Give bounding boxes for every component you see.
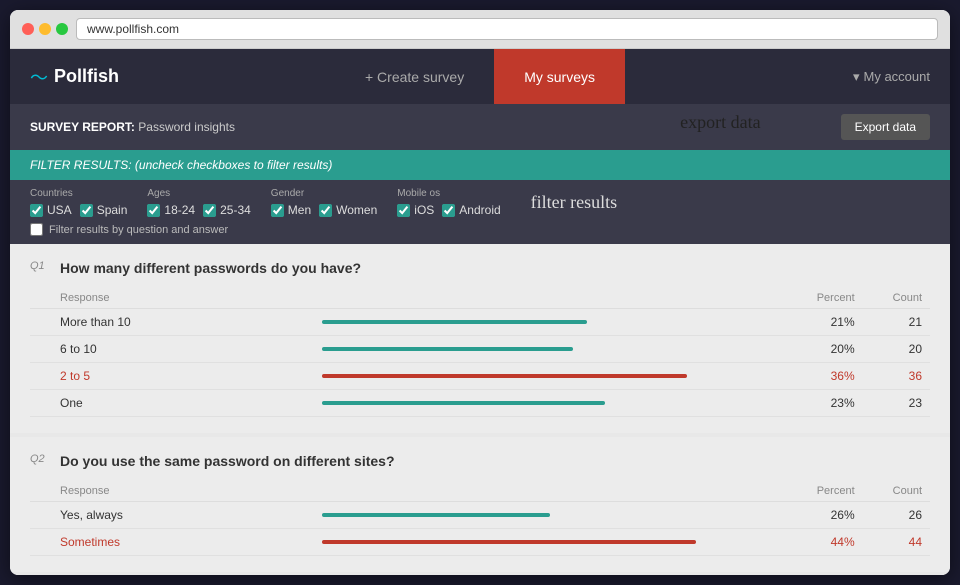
filter-results-label: FILTER RESULTS: (uncheck checkboxes to f…	[30, 158, 332, 172]
ios-checkbox-item[interactable]: iOS	[397, 203, 434, 217]
count-col-header: Count	[863, 288, 930, 309]
survey-title: SURVEY REPORT: Password insights	[30, 120, 235, 134]
table-row: Sometimes 44% 44	[30, 529, 930, 556]
spain-checkbox-item[interactable]: Spain	[80, 203, 128, 217]
logo-area: 〜 Pollfish	[10, 64, 170, 90]
question-2-number: Q2	[30, 453, 50, 465]
table-row: More than 10 21% 21	[30, 309, 930, 336]
question-block-1: Q1 How many different passwords do you h…	[10, 244, 950, 433]
android-checkbox-item[interactable]: Android	[442, 203, 500, 217]
gender-filter-group: Gender Men Women	[271, 188, 377, 217]
ages-items: 18-24 25-34	[147, 203, 250, 217]
close-button[interactable]	[22, 23, 34, 35]
bar-col-header-2	[292, 481, 787, 502]
bar-col-header	[292, 288, 787, 309]
question-1-header: Q1 How many different passwords do you h…	[30, 260, 930, 276]
response-table-2: Response Percent Count Yes, always 26% 2…	[30, 481, 930, 556]
question-1-number: Q1	[30, 260, 50, 272]
usa-checkbox[interactable]	[30, 204, 43, 217]
browser-chrome: www.pollfish.com	[10, 10, 950, 49]
count-col-header-2: Count	[863, 481, 930, 502]
percent-col-header-2: Percent	[787, 481, 863, 502]
traffic-lights	[22, 23, 68, 35]
logo-text: Pollfish	[54, 66, 119, 87]
mobileos-filter-group: Mobile os iOS Android	[397, 188, 500, 217]
filter-annotation-area: filter results	[531, 192, 617, 213]
browser-window: www.pollfish.com 〜 Pollfish + Create sur…	[10, 10, 950, 575]
create-survey-nav[interactable]: + Create survey	[335, 49, 494, 104]
men-checkbox[interactable]	[271, 204, 284, 217]
export-data-button[interactable]: Export data	[841, 114, 930, 140]
nav-bar: 〜 Pollfish + Create survey My surveys ▾ …	[10, 49, 950, 104]
response-col-header: Response	[30, 288, 292, 309]
nav-right: ▾ My account	[790, 69, 950, 85]
table-row: 2 to 5 36% 36	[30, 363, 930, 390]
survey-header: SURVEY REPORT: Password insights export …	[10, 104, 950, 150]
filter-bar: FILTER RESULTS: (uncheck checkboxes to f…	[10, 150, 950, 180]
spain-checkbox[interactable]	[80, 204, 93, 217]
women-checkbox[interactable]	[319, 204, 332, 217]
countries-items: USA Spain	[30, 203, 127, 217]
url-bar[interactable]: www.pollfish.com	[76, 18, 938, 40]
question-2-text: Do you use the same password on differen…	[60, 453, 395, 469]
countries-filter-group: Countries USA Spain	[30, 188, 127, 217]
export-data-annotation: export data	[680, 112, 760, 133]
question-2-header: Q2 Do you use the same password on diffe…	[30, 453, 930, 469]
answer-filter-label: Filter results by question and answer	[49, 224, 228, 236]
question-1-text: How many different passwords do you have…	[60, 260, 361, 276]
nav-items: + Create survey My surveys	[170, 49, 790, 104]
maximize-button[interactable]	[56, 23, 68, 35]
my-surveys-nav[interactable]: My surveys	[494, 49, 625, 104]
chevron-down-icon: ▾	[853, 69, 860, 85]
filter-row: Countries USA Spain Ages	[30, 188, 930, 217]
answer-filter-checkbox[interactable]	[30, 223, 43, 236]
age2534-checkbox[interactable]	[203, 204, 216, 217]
minimize-button[interactable]	[39, 23, 51, 35]
table-row: Yes, always 26% 26	[30, 502, 930, 529]
filter-results-annotation: filter results	[531, 192, 617, 213]
logo-icon: 〜	[30, 64, 48, 90]
women-checkbox-item[interactable]: Women	[319, 203, 377, 217]
response-col-header-2: Response	[30, 481, 292, 502]
men-checkbox-item[interactable]: Men	[271, 203, 311, 217]
table-row: One 23% 23	[30, 390, 930, 417]
ages-label: Ages	[147, 188, 250, 199]
filter-answer-row: Filter results by question and answer	[30, 223, 930, 236]
mobileos-items: iOS Android	[397, 203, 500, 217]
question-block-2: Q2 Do you use the same password on diffe…	[10, 437, 950, 572]
age2534-checkbox-item[interactable]: 25-34	[203, 203, 251, 217]
ages-filter-group: Ages 18-24 25-34	[147, 188, 250, 217]
usa-checkbox-item[interactable]: USA	[30, 203, 72, 217]
ios-checkbox[interactable]	[397, 204, 410, 217]
filter-options: Countries USA Spain Ages	[10, 180, 950, 244]
content-area: Q1 How many different passwords do you h…	[10, 244, 950, 575]
account-button[interactable]: ▾ My account	[853, 69, 930, 85]
age1824-checkbox[interactable]	[147, 204, 160, 217]
countries-label: Countries	[30, 188, 127, 199]
gender-label: Gender	[271, 188, 377, 199]
table-row: 6 to 10 20% 20	[30, 336, 930, 363]
mobileos-label: Mobile os	[397, 188, 500, 199]
response-table-1: Response Percent Count More than 10 21% …	[30, 288, 930, 417]
age1824-checkbox-item[interactable]: 18-24	[147, 203, 195, 217]
percent-col-header: Percent	[787, 288, 863, 309]
android-checkbox[interactable]	[442, 204, 455, 217]
gender-items: Men Women	[271, 203, 377, 217]
